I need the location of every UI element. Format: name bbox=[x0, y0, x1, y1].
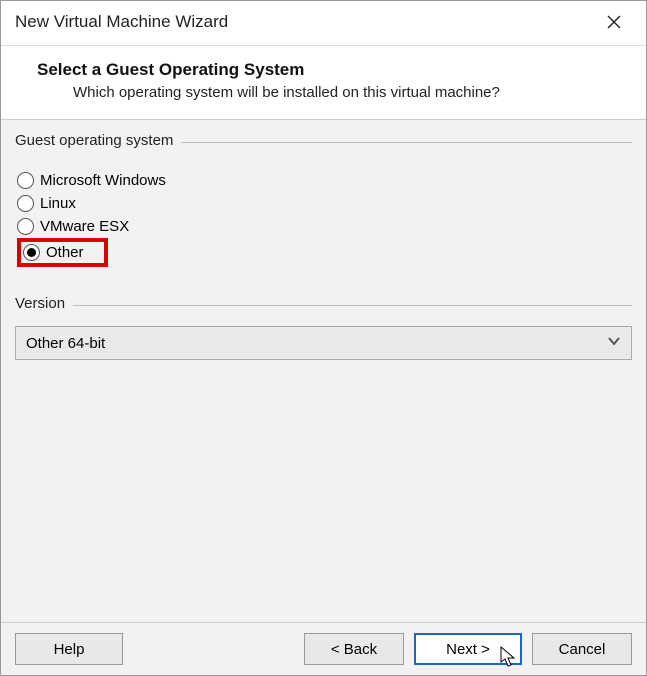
help-label: Help bbox=[54, 641, 85, 658]
version-select[interactable]: Other 64-bit bbox=[15, 326, 632, 360]
radio-icon bbox=[23, 244, 40, 261]
radio-label: Linux bbox=[40, 195, 76, 212]
divider bbox=[73, 305, 632, 306]
wizard-window: New Virtual Machine Wizard Select a Gues… bbox=[0, 0, 647, 676]
guest-os-label: Guest operating system bbox=[15, 132, 173, 149]
radio-icon bbox=[17, 172, 34, 189]
cancel-button[interactable]: Cancel bbox=[532, 633, 632, 665]
back-label: < Back bbox=[331, 641, 377, 658]
wizard-footer: Help < Back Next > Cancel bbox=[1, 622, 646, 675]
titlebar: New Virtual Machine Wizard bbox=[1, 1, 646, 46]
divider bbox=[181, 142, 632, 143]
close-icon bbox=[607, 15, 621, 29]
radio-vmware-esx[interactable]: VMware ESX bbox=[17, 215, 630, 238]
cancel-label: Cancel bbox=[559, 641, 606, 658]
next-label: Next > bbox=[446, 641, 490, 658]
radio-other[interactable]: Other bbox=[23, 244, 84, 261]
radio-icon bbox=[17, 218, 34, 235]
radio-label: VMware ESX bbox=[40, 218, 129, 235]
close-button[interactable] bbox=[594, 7, 634, 37]
radio-label: Other bbox=[46, 244, 84, 261]
wizard-body: Guest operating system Microsoft Windows… bbox=[1, 120, 646, 622]
guest-os-radio-list: Microsoft Windows Linux VMware ESX Other bbox=[15, 163, 632, 281]
radio-icon bbox=[17, 195, 34, 212]
back-button[interactable]: < Back bbox=[304, 633, 404, 665]
highlight-box: Other bbox=[17, 238, 108, 267]
version-label: Version bbox=[15, 295, 65, 312]
chevron-down-icon bbox=[607, 334, 621, 352]
next-button[interactable]: Next > bbox=[414, 633, 522, 665]
version-selected-value: Other 64-bit bbox=[26, 335, 105, 352]
version-group: Version bbox=[15, 295, 632, 316]
guest-os-group: Guest operating system bbox=[15, 132, 632, 153]
radio-label: Microsoft Windows bbox=[40, 172, 166, 189]
radio-microsoft-windows[interactable]: Microsoft Windows bbox=[17, 169, 630, 192]
page-subheading: Which operating system will be installed… bbox=[37, 84, 622, 101]
window-title: New Virtual Machine Wizard bbox=[15, 12, 228, 32]
radio-linux[interactable]: Linux bbox=[17, 192, 630, 215]
wizard-header: Select a Guest Operating System Which op… bbox=[1, 46, 646, 120]
help-button[interactable]: Help bbox=[15, 633, 123, 665]
page-heading: Select a Guest Operating System bbox=[37, 60, 622, 80]
